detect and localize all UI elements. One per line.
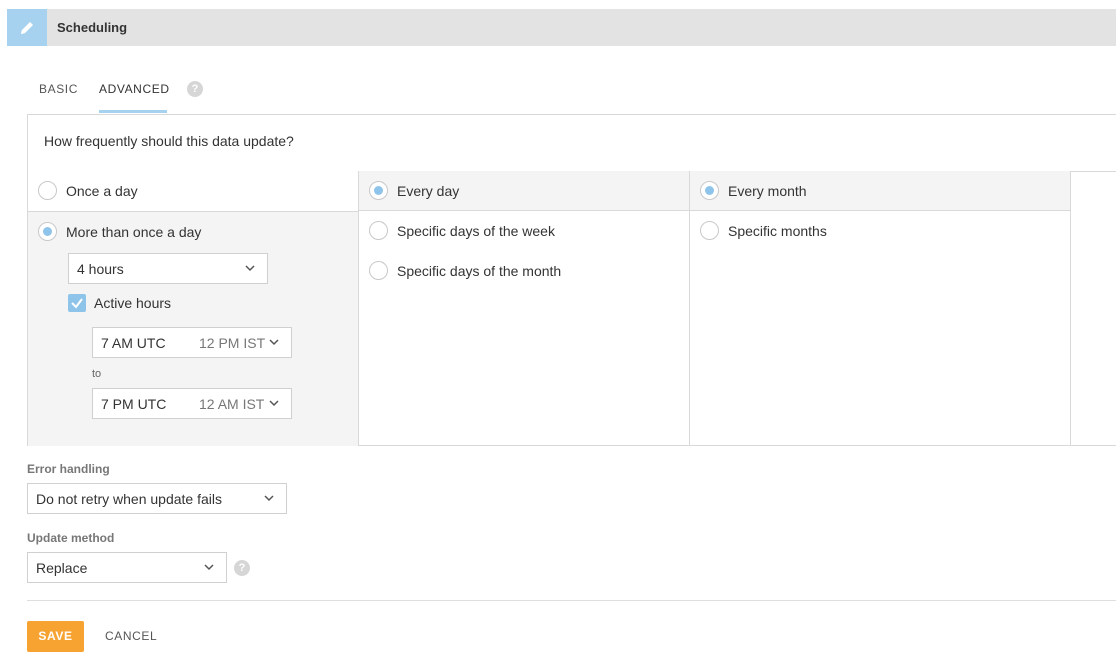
day-frequency-column: Every day Specific days of the week Spec…	[359, 171, 690, 446]
radio-button-selected[interactable]	[38, 222, 57, 241]
daily-frequency-column: Once a day More than once a day 4 hours …	[28, 171, 359, 446]
dialog-title: Scheduling	[57, 20, 128, 35]
error-handling-select[interactable]: Do not retry when update fails	[27, 483, 287, 514]
radio-specific-months[interactable]: Specific months	[700, 221, 827, 240]
radio-specific-days-of-week[interactable]: Specific days of the week	[369, 221, 555, 240]
chevron-down-icon	[245, 265, 255, 272]
active-hours-label: Active hours	[94, 295, 172, 311]
cancel-button[interactable]: CANCEL	[105, 621, 157, 652]
radio-button[interactable]	[369, 221, 388, 240]
active-hours-checkbox[interactable]	[68, 294, 86, 312]
active-hours-to-select[interactable]: 7 PM UTC 12 AM IST	[92, 388, 292, 419]
radio-specific-days-of-month[interactable]: Specific days of the month	[369, 261, 561, 280]
dialog-header: Scheduling	[7, 9, 1116, 46]
radio-label: Every day	[397, 182, 460, 199]
pencil-icon	[7, 9, 47, 46]
update-method-select[interactable]: Replace	[27, 552, 227, 583]
to-utc-value: 7 PM UTC	[101, 395, 167, 412]
radio-button-selected[interactable]	[700, 181, 719, 200]
chevron-down-icon	[269, 400, 279, 407]
help-icon[interactable]: ?	[234, 560, 250, 576]
active-tab-indicator	[99, 110, 167, 113]
help-icon[interactable]: ?	[187, 81, 203, 97]
from-local-value: 12 PM IST	[199, 334, 266, 351]
active-hours-from-select[interactable]: 7 AM UTC 12 PM IST	[92, 327, 292, 358]
frequency-question: How frequently should this data update?	[44, 133, 294, 149]
from-utc-value: 7 AM UTC	[101, 334, 166, 351]
interval-select[interactable]: 4 hours	[68, 253, 268, 284]
to-local-value: 12 AM IST	[199, 395, 265, 412]
month-frequency-column: Every month Specific months	[690, 171, 1071, 446]
radio-button[interactable]	[369, 261, 388, 280]
radio-every-day[interactable]: Every day	[369, 181, 459, 200]
tab-advanced[interactable]: ADVANCED	[99, 82, 170, 97]
radio-button-selected[interactable]	[369, 181, 388, 200]
radio-label: Specific days of the month	[397, 262, 562, 279]
radio-every-month[interactable]: Every month	[700, 181, 807, 200]
radio-button[interactable]	[38, 181, 57, 200]
range-separator: to	[92, 368, 102, 380]
radio-label: Specific days of the week	[397, 222, 555, 239]
chevron-down-icon	[204, 564, 214, 571]
radio-button[interactable]	[700, 221, 719, 240]
divider	[27, 600, 1116, 601]
error-handling-label: Error handling	[27, 462, 110, 476]
radio-once-a-day[interactable]: Once a day	[38, 181, 138, 200]
save-button[interactable]: SAVE	[27, 621, 84, 652]
chevron-down-icon	[269, 339, 279, 346]
chevron-down-icon	[264, 495, 274, 502]
radio-label: Specific months	[728, 222, 827, 239]
frequency-panel: How frequently should this data update? …	[27, 114, 1116, 446]
radio-more-than-once-a-day[interactable]: More than once a day	[38, 222, 201, 241]
active-hours-checkbox-row[interactable]: Active hours	[68, 294, 171, 312]
update-method-value: Replace	[36, 559, 88, 576]
interval-value: 4 hours	[77, 260, 124, 277]
checkmark-icon	[71, 298, 83, 309]
radio-label: More than once a day	[66, 223, 202, 240]
tab-basic[interactable]: BASIC	[39, 82, 78, 97]
radio-label: Once a day	[66, 182, 138, 199]
error-handling-value: Do not retry when update fails	[36, 490, 222, 507]
radio-label: Every month	[728, 182, 807, 199]
update-method-label: Update method	[27, 531, 115, 545]
